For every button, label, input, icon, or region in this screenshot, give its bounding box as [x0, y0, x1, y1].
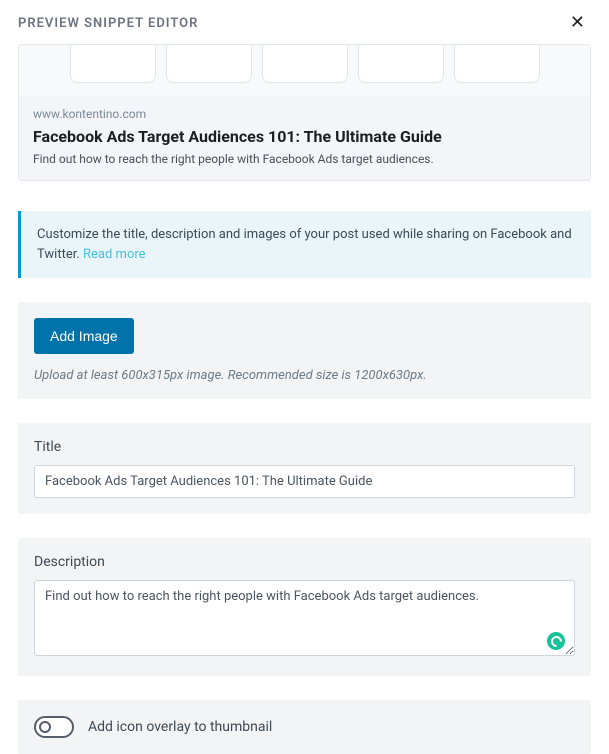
toggle-knob-icon — [39, 721, 51, 733]
title-section: Title — [18, 423, 591, 514]
close-icon: ✕ — [570, 12, 585, 33]
placeholder-box — [166, 45, 252, 83]
overlay-toggle-row: Add icon overlay to thumbnail — [34, 716, 575, 738]
overlay-toggle-label: Add icon overlay to thumbnail — [88, 719, 272, 735]
editor-title: PREVIEW SNIPPET EDITOR — [18, 16, 198, 31]
overlay-section: Add icon overlay to thumbnail — [18, 700, 591, 754]
preview-domain: www.kontentino.com — [33, 107, 576, 121]
preview-image-area — [19, 45, 590, 95]
preview-card: www.kontentino.com Facebook Ads Target A… — [18, 44, 591, 181]
description-wrap: Find out how to reach the right people w… — [34, 580, 575, 660]
preview-meta: www.kontentino.com Facebook Ads Target A… — [19, 95, 590, 180]
overlay-toggle[interactable] — [34, 716, 74, 738]
editor-header: PREVIEW SNIPPET EDITOR ✕ — [0, 0, 609, 44]
placeholder-box — [454, 45, 540, 83]
close-button[interactable]: ✕ — [564, 12, 591, 34]
grammarly-icon[interactable] — [547, 632, 565, 650]
preview-title: Facebook Ads Target Audiences 101: The U… — [33, 127, 576, 146]
preview-card-container: www.kontentino.com Facebook Ads Target A… — [0, 44, 609, 191]
placeholder-box — [262, 45, 348, 83]
description-label: Description — [34, 554, 575, 570]
placeholder-row — [19, 45, 590, 83]
description-input[interactable]: Find out how to reach the right people w… — [34, 580, 575, 656]
preview-description: Find out how to reach the right people w… — [33, 152, 576, 166]
placeholder-box — [70, 45, 156, 83]
image-upload-hint: Upload at least 600x315px image. Recomme… — [34, 368, 575, 383]
image-upload-section: Add Image Upload at least 600x315px imag… — [18, 302, 591, 399]
title-label: Title — [34, 439, 575, 455]
read-more-link[interactable]: Read more — [83, 247, 146, 262]
title-input[interactable] — [34, 465, 575, 498]
description-section: Description Find out how to reach the ri… — [18, 538, 591, 676]
info-banner: Customize the title, description and ima… — [18, 211, 591, 278]
add-image-button[interactable]: Add Image — [34, 318, 134, 354]
placeholder-box — [358, 45, 444, 83]
